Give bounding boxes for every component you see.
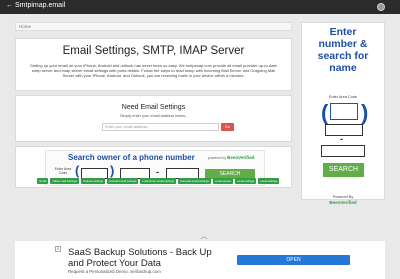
tag-item[interactable]: Outlook settings bbox=[80, 178, 106, 184]
tag-item[interactable]: roadrunner email settings bbox=[140, 178, 176, 184]
chevron-up-icon[interactable]: ︿ bbox=[200, 233, 208, 241]
sidebar-prefix-input[interactable] bbox=[325, 124, 363, 136]
go-button[interactable]: Go bbox=[221, 123, 234, 131]
sidebar-close-paren: ) bbox=[361, 100, 369, 125]
page-description: Setting up your email on your iPhone, An… bbox=[30, 63, 277, 78]
lookup-title: Need Email Settings bbox=[121, 104, 186, 111]
user-circle-icon[interactable] bbox=[377, 3, 385, 11]
tag-item[interactable]: Comcast email settings bbox=[177, 178, 211, 184]
sidebar-ad-title-line[interactable]: name bbox=[302, 62, 384, 74]
top-navbar: ← Smtpimap.email bbox=[0, 0, 400, 14]
sidebar-area-code-input[interactable] bbox=[330, 103, 358, 120]
powered-by-text: powered by bbox=[208, 156, 227, 160]
lookup-hint: Simply enter your email address below.. bbox=[119, 114, 188, 118]
ad-title[interactable]: Search owner of a phone number bbox=[68, 153, 195, 162]
open-paren: ( bbox=[75, 163, 80, 178]
email-input[interactable]: Enter your email address.. bbox=[102, 123, 219, 131]
sidebar-line-number-input[interactable] bbox=[321, 145, 365, 157]
tag-item[interactable]: email settings bbox=[258, 178, 280, 184]
sidebar-ad-title-line[interactable]: number & bbox=[302, 38, 384, 50]
breadcrumb: Home bbox=[15, 22, 292, 31]
banner-ad-title[interactable]: SaaS Backup Solutions - Back Up and Prot… bbox=[68, 247, 218, 269]
sidebar-ad-title-line[interactable]: search for bbox=[302, 50, 384, 62]
sidebar-search-button[interactable]: SEARCH bbox=[323, 163, 364, 177]
area-code-label: Enter Area Code bbox=[54, 167, 72, 175]
breadcrumb-home-link[interactable]: Home bbox=[19, 24, 31, 29]
tag-item[interactable]: email service bbox=[212, 178, 234, 184]
close-ad-icon[interactable]: ✕ bbox=[55, 246, 61, 252]
email-lookup-panel: Need Email Settings Simply enter your em… bbox=[15, 95, 292, 142]
tag-item[interactable]: email settings bbox=[235, 178, 257, 184]
brand-link[interactable]: ← Smtpimap.email bbox=[6, 2, 65, 9]
sidebar-ad-title[interactable]: Enter number & search for name bbox=[302, 26, 384, 74]
ad-powered-by: powered by BeenVerified bbox=[208, 155, 254, 160]
sidebar-powered-by: Powered By BeenVerified bbox=[302, 195, 384, 205]
sidebar-area-code-label: Enter Area Code bbox=[328, 95, 358, 99]
dash: - bbox=[156, 167, 159, 177]
banner-open-button[interactable]: OPEN bbox=[237, 255, 350, 265]
sidebar-beenverified-logo: BeenVerified bbox=[329, 200, 357, 205]
banner-ad-subtitle[interactable]: Request a Personalized Demo. veribackup.… bbox=[68, 269, 161, 274]
page-title: Email Settings, SMTP, IMAP Server bbox=[62, 45, 245, 57]
tag-list: Gmail Yahoo mail Settings Outlook settin… bbox=[37, 178, 280, 184]
tag-item[interactable]: Hotmail email settings bbox=[107, 178, 139, 184]
tag-item[interactable]: Gmail bbox=[37, 178, 49, 184]
sidebar-open-paren: ( bbox=[321, 100, 329, 125]
beenverified-logo: BeenVerified bbox=[227, 155, 255, 160]
sidebar-ad-title-line[interactable]: Enter bbox=[302, 26, 384, 38]
sidebar-ad[interactable]: Enter number & search for name Enter Are… bbox=[301, 22, 385, 205]
sidebar-dash: - bbox=[340, 134, 343, 144]
bottom-banner-ad[interactable]: ✕ SaaS Backup Solutions - Back Up and Pr… bbox=[15, 241, 385, 279]
hero-panel: Email Settings, SMTP, IMAP Server Settin… bbox=[15, 38, 292, 91]
back-arrow-icon[interactable]: ← bbox=[6, 2, 13, 9]
tag-item[interactable]: Yahoo mail Settings bbox=[50, 178, 79, 184]
close-paren: ) bbox=[110, 163, 115, 178]
brand-name[interactable]: Smtpimap.email bbox=[15, 2, 65, 9]
